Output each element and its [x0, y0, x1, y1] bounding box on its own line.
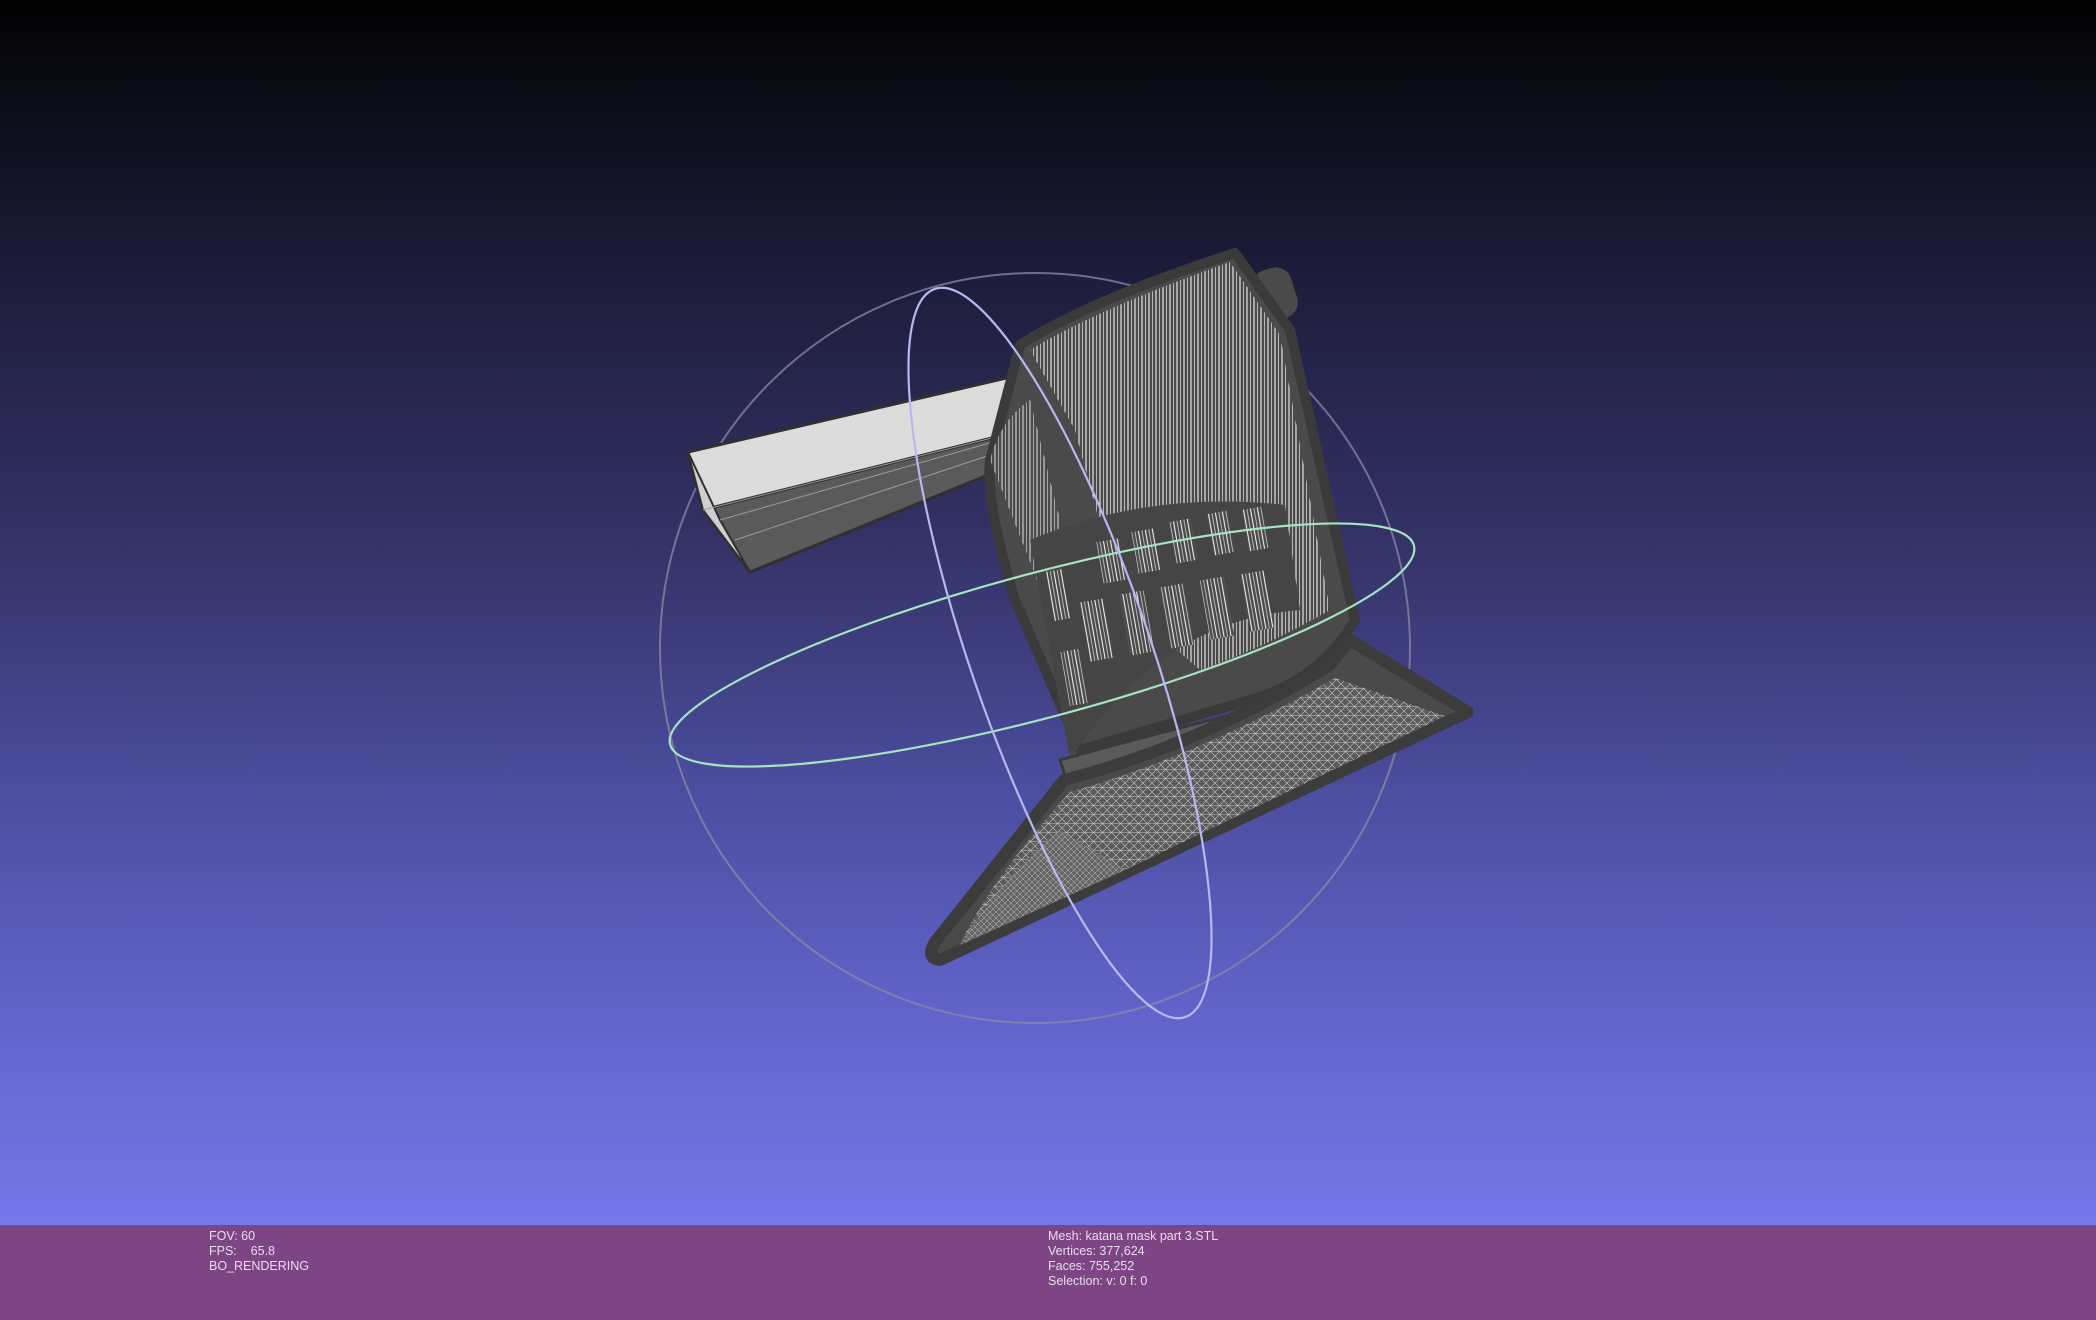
mesh-scene[interactable]	[0, 0, 2096, 1225]
face-count-readout: Faces: 755,252	[1048, 1259, 1135, 1273]
render-mode-readout: BO_RENDERING	[209, 1259, 310, 1273]
selection-readout: Selection: v: 0 f: 0	[1048, 1274, 1148, 1288]
mesh-handle-box	[686, 371, 1034, 574]
status-left-panel: FOV: 60 FPS: 65.8 BO_RENDERING	[209, 1229, 309, 1274]
status-bar: FOV: 60 FPS: 65.8 BO_RENDERING Mesh: kat…	[0, 1225, 2096, 1320]
fov-readout: FOV: 60	[209, 1229, 256, 1243]
mesh-name-readout: Mesh: katana mask part 3.STL	[1048, 1229, 1219, 1243]
fps-readout: FPS: 65.8	[209, 1244, 276, 1258]
3d-viewport[interactable]	[0, 0, 2096, 1225]
vertex-count-readout: Vertices: 377,624	[1048, 1244, 1145, 1258]
status-right-panel: Mesh: katana mask part 3.STL Vertices: 3…	[1048, 1229, 1218, 1289]
